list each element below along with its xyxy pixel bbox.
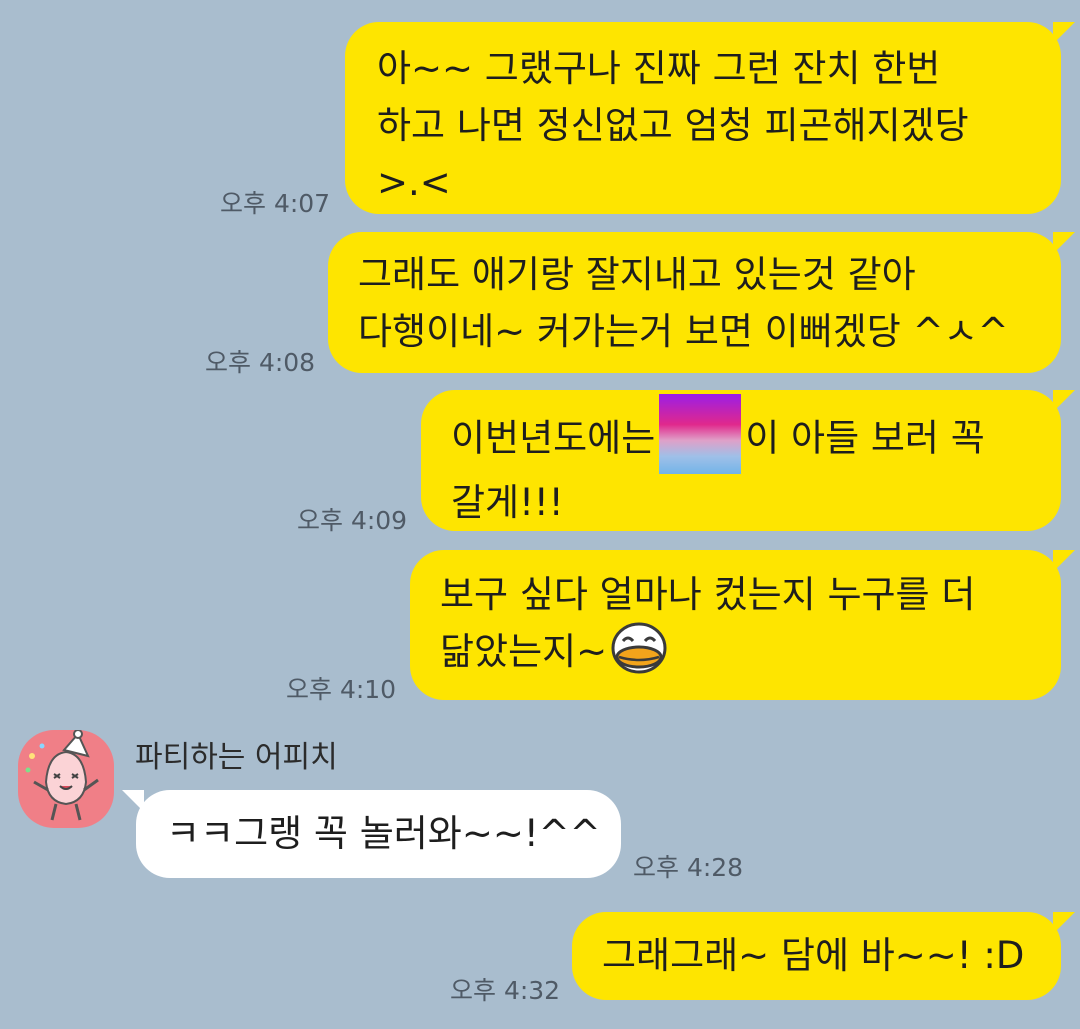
- message-text-line: 다행이네~ 커가는거 보면 이뻐겠당 ^ㅅ^: [358, 310, 1009, 353]
- my-message-bubble[interactable]: 그래그래~ 담에 바~~! :D: [572, 912, 1075, 1000]
- message-text-line: 닮았는지~: [440, 622, 1061, 680]
- message-timestamp: 오후 4:10: [286, 675, 397, 704]
- my-message-bubble[interactable]: 그래도 애기랑 잘지내고 있는것 같아 다행이네~ 커가는거 보면 이뻐겠당 ^…: [328, 232, 1075, 373]
- sender-avatar[interactable]: [18, 730, 114, 828]
- laughing-face-icon: [609, 617, 669, 677]
- message-text-line: >.<: [377, 161, 451, 204]
- message-timestamp: 오후 4:07: [220, 189, 331, 218]
- message-text-line: 그래그래~ 담에 바~~! :D: [602, 934, 1025, 977]
- message-text-line: 그래도 애기랑 잘지내고 있는것 같아: [358, 253, 916, 296]
- my-message-bubble[interactable]: 이번년도에는 이 아들 보러 꼭 갈게!!!: [421, 390, 1075, 531]
- message-text-line: 이번년도에는 이 아들 보러 꼭: [451, 394, 1061, 474]
- message-timestamp: 오후 4:28: [633, 853, 744, 882]
- message-text-line: 갈게!!!: [451, 481, 564, 524]
- message-text-line: 하고 나면 정신없고 엄청 피곤해지겠당: [377, 104, 969, 147]
- sender-name: 파티하는 어피치: [135, 740, 338, 775]
- message-text-segment: 이번년도에는: [451, 416, 656, 460]
- message-timestamp: 오후 4:09: [297, 506, 408, 535]
- message-text-line: 보구 싶다 얼마나 컸는지 누구를 더: [440, 573, 976, 616]
- message-timestamp: 오후 4:32: [450, 976, 561, 1005]
- my-message-bubble[interactable]: 보구 싶다 얼마나 컸는지 누구를 더 닮았는지~: [410, 550, 1075, 700]
- message-text-segment: 이 아들 보러 꼭: [745, 416, 985, 460]
- message-text-line: ㅋㅋ그랭 꼭 놀러와~~!^^: [166, 812, 601, 855]
- their-message-bubble[interactable]: ㅋㅋ그랭 꼭 놀러와~~!^^: [122, 790, 621, 878]
- redacted-name-block: [659, 394, 742, 474]
- message-timestamp: 오후 4:08: [205, 348, 316, 377]
- message-text-segment: 닮았는지~: [440, 630, 608, 673]
- my-message-bubble[interactable]: 아~~ 그랬구나 진짜 그런 잔치 한번 하고 나면 정신없고 엄청 피곤해지겠…: [345, 22, 1075, 214]
- message-text-line: 아~~ 그랬구나 진짜 그런 잔치 한번: [377, 47, 941, 90]
- party-peach-avatar-icon: [25, 730, 99, 821]
